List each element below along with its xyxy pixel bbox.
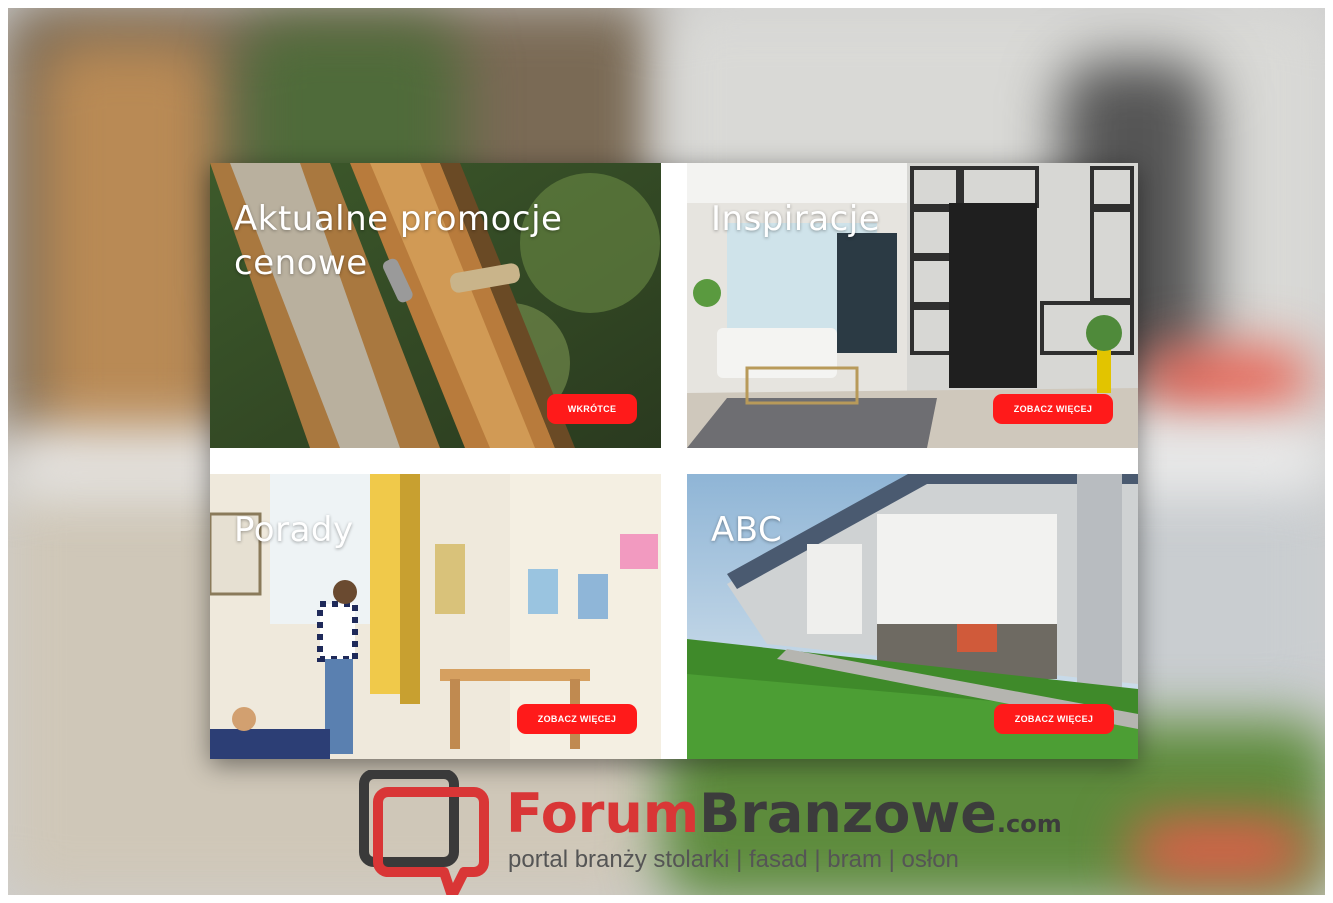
tile-title: Aktualne promocje cenowe <box>234 197 562 285</box>
category-grid: Aktualne promocje cenowe WKRÓTCE Inspira… <box>210 163 1138 759</box>
speech-bubble-icon <box>359 770 489 900</box>
forum-branzowe-logo: ForumBranzowe.com portal branży stolarki… <box>358 770 1062 900</box>
tile-title-line: cenowe <box>234 243 368 283</box>
tile-promotions[interactable]: Aktualne promocje cenowe WKRÓTCE <box>210 163 661 448</box>
tile-title-line: Aktualne promocje <box>234 199 563 239</box>
brand-com-text: .com <box>996 810 1062 838</box>
tile-title: ABC <box>711 508 782 552</box>
tile-title: Inspiracje <box>711 197 880 241</box>
brand-name: ForumBranzowe.com <box>506 784 1062 854</box>
brand-forum-text: Forum <box>506 782 700 845</box>
tile-title-line: Inspiracje <box>711 199 881 239</box>
tile-inspirations[interactable]: Inspiracje ZOBACZ WIĘCEJ <box>687 163 1138 448</box>
brand-branzowe-text: Branzowe <box>699 782 997 845</box>
coming-soon-button[interactable]: WKRÓTCE <box>547 394 637 424</box>
tile-title-line: ABC <box>711 510 783 550</box>
see-more-button[interactable]: ZOBACZ WIĘCEJ <box>994 704 1114 734</box>
brand-tagline: portal branży stolarki | fasad | bram | … <box>508 846 959 873</box>
see-more-button[interactable]: ZOBACZ WIĘCEJ <box>517 704 637 734</box>
see-more-button[interactable]: ZOBACZ WIĘCEJ <box>993 394 1113 424</box>
tile-title-line: Porady <box>234 510 354 550</box>
tile-title: Porady <box>234 508 354 552</box>
tile-abc[interactable]: ABC ZOBACZ WIĘCEJ <box>687 474 1138 759</box>
tile-advice[interactable]: Porady ZOBACZ WIĘCEJ <box>210 474 661 759</box>
